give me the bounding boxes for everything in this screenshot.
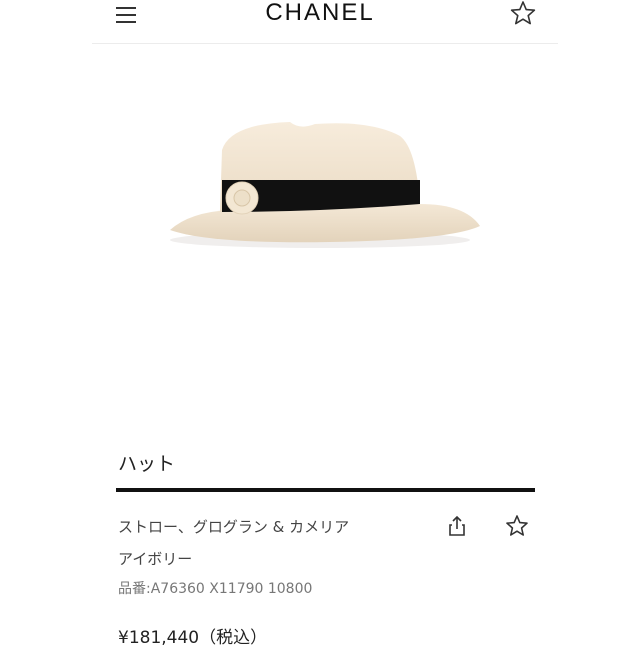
header-divider [92, 43, 558, 44]
favorite-star-icon[interactable] [505, 514, 529, 538]
product-color: アイボリー [118, 550, 193, 568]
product-image [150, 100, 490, 270]
title-underline [116, 488, 535, 492]
top-header: CHANEL [0, 0, 640, 44]
sku-value: A76360 X11790 10800 [150, 581, 313, 597]
share-icon[interactable] [446, 514, 468, 538]
sku-label: 品番: [118, 581, 151, 597]
product-sku: 品番: A76360 X11790 10800 [118, 578, 312, 598]
product-price: ¥181,440（税込） [118, 628, 268, 648]
wishlist-star-icon[interactable] [509, 0, 537, 26]
product-description: ストロー、グログラン & カメリア [118, 518, 350, 536]
product-title: ハット [118, 453, 176, 475]
brand-logo[interactable]: CHANEL [0, 0, 640, 26]
